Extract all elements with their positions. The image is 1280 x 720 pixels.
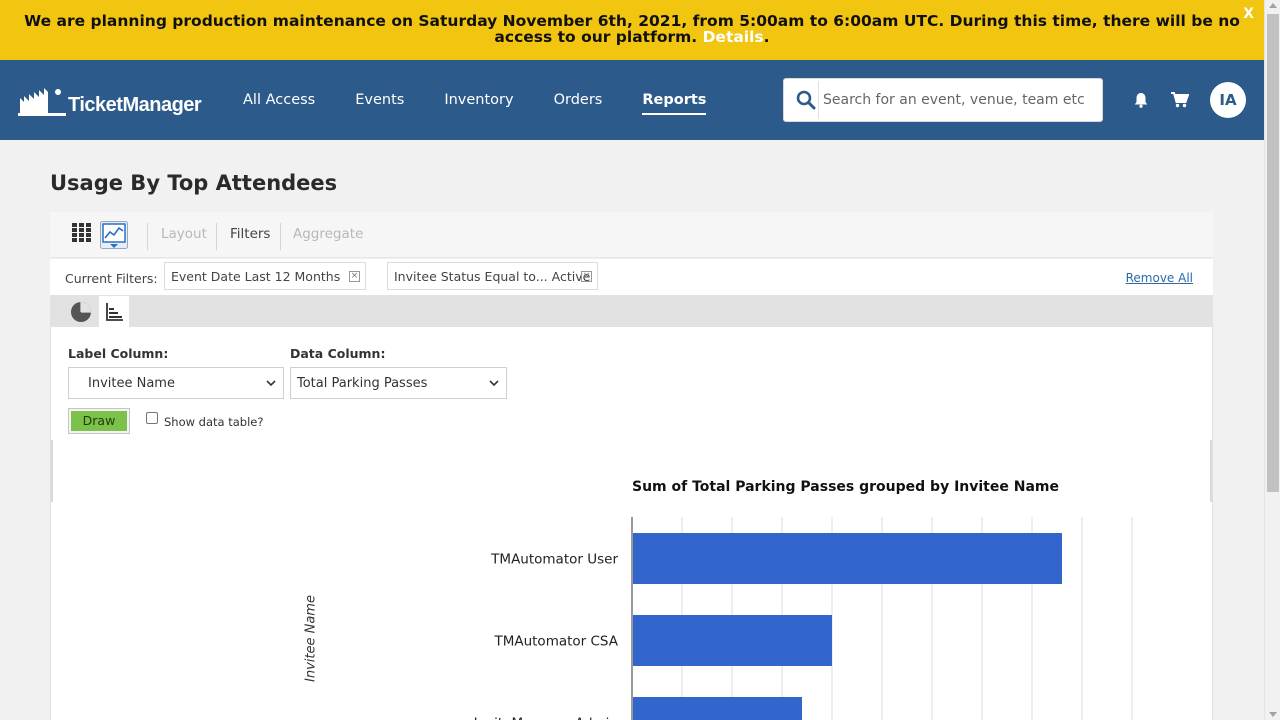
toolbar-divider (147, 223, 148, 250)
chart-view-icon[interactable] (100, 221, 128, 249)
remove-filter-icon[interactable]: × (349, 271, 360, 282)
data-column-value: Total Parking Passes (297, 376, 428, 391)
chart-category-label: TMAutomator CSA (493, 634, 618, 650)
filter-chip-event-date[interactable]: Event Date Last 12 Months × (164, 262, 366, 290)
label-column-select[interactable]: Invitee Name (68, 367, 284, 399)
report-toolbar: Layout Filters Aggregate (50, 212, 1213, 258)
cart-icon[interactable] (1171, 92, 1189, 108)
pie-chart-icon (71, 302, 91, 322)
current-filters-bar: Current Filters: Event Date Last 12 Mont… (50, 259, 1213, 295)
aggregate-button[interactable]: Aggregate (293, 226, 363, 242)
filters-button[interactable]: Filters (230, 226, 270, 242)
draw-button-label: Draw (71, 411, 127, 431)
toolbar-divider (216, 223, 217, 250)
bar-chart-icon (106, 303, 123, 321)
remove-all-filters-link[interactable]: Remove All (1126, 271, 1193, 285)
filter-chip-label: Invitee Status Equal to... Active (394, 269, 591, 284)
label-column-value: Invitee Name (88, 376, 175, 391)
chart-title: Sum of Total Parking Passes grouped by I… (632, 479, 1059, 495)
panel-edge-line (51, 440, 53, 502)
label-column-label: Label Column: (68, 346, 169, 361)
maintenance-banner: We are planning production maintenance o… (0, 0, 1264, 60)
draw-button[interactable]: Draw (68, 408, 130, 434)
logo-text: TicketManager (68, 94, 202, 116)
chart-y-axis-label: Invitee Name (303, 595, 319, 682)
nav-link-events[interactable]: Events (355, 92, 404, 115)
remove-filter-icon[interactable]: × (581, 271, 592, 282)
bar-chart: TMAutomator User TMAutomator CSA InviteMan… (474, 517, 1133, 720)
logo-skyline-icon (18, 88, 66, 116)
banner-close-button[interactable]: X (1243, 6, 1254, 22)
user-avatar[interactable]: IA (1210, 82, 1246, 118)
chart-category-label: InviteManager Admin (474, 716, 618, 720)
data-column-select[interactable]: Total Parking Passes (290, 367, 507, 399)
chevron-down-icon (266, 380, 276, 387)
scroll-up-arrow-icon[interactable] (1269, 3, 1277, 8)
toolbar-divider (280, 223, 281, 250)
chart-bar[interactable] (633, 615, 832, 666)
chart-bar[interactable] (633, 533, 1062, 584)
panel-edge-line (1210, 440, 1212, 502)
chart-bar[interactable] (633, 697, 802, 720)
chart-type-tabs (50, 295, 1213, 327)
nav-link-orders[interactable]: Orders (554, 92, 603, 115)
page-title: Usage By Top Attendees (50, 171, 338, 195)
chart-category-label: TMAutomator User (490, 552, 618, 568)
search-input[interactable] (818, 81, 1096, 119)
bar-chart-tab[interactable] (99, 296, 129, 327)
bell-icon[interactable] (1133, 92, 1149, 108)
pie-chart-tab[interactable] (66, 296, 96, 327)
banner-details-link[interactable]: Details (703, 28, 764, 46)
nav-link-inventory[interactable]: Inventory (444, 92, 513, 115)
ticketmanager-logo[interactable]: TicketManager (18, 84, 202, 116)
page-scrollbar[interactable] (1264, 0, 1280, 720)
search-icon[interactable] (796, 90, 816, 110)
main-nav-links: All Access Events Inventory Orders Repor… (243, 92, 746, 115)
grid-view-icon[interactable] (72, 223, 92, 243)
scroll-down-arrow-icon[interactable] (1269, 712, 1277, 717)
nav-link-reports[interactable]: Reports (642, 92, 707, 115)
chevron-down-icon (489, 380, 499, 387)
show-data-table-label: Show data table? (164, 415, 264, 429)
data-column-label: Data Column: (290, 346, 386, 361)
search-box (783, 78, 1103, 122)
nav-link-all-access[interactable]: All Access (243, 92, 315, 115)
scrollbar-thumb[interactable] (1267, 14, 1279, 492)
show-data-table-checkbox[interactable] (146, 412, 158, 424)
filter-chip-label: Event Date Last 12 Months (171, 269, 341, 284)
banner-message: We are planning production maintenance o… (24, 12, 1240, 46)
layout-button[interactable]: Layout (161, 226, 207, 242)
banner-period: . (763, 28, 770, 46)
current-filters-label: Current Filters: (65, 271, 158, 286)
filter-chip-invitee-status[interactable]: Invitee Status Equal to... Active × (387, 262, 598, 290)
